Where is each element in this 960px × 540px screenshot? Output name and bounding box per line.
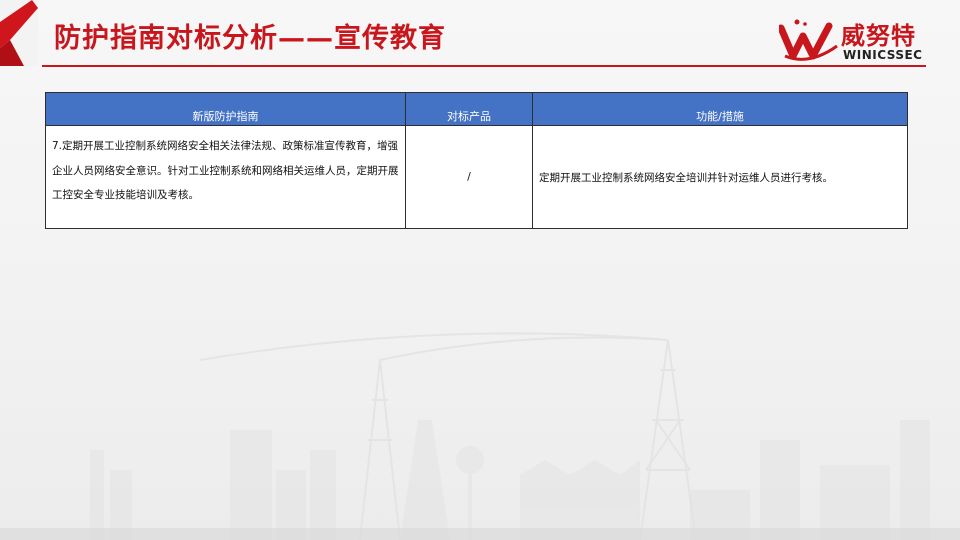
column-header-measure: 功能/措施 [532, 92, 908, 126]
page-title: 防护指南对标分析——宣传教育 [54, 23, 446, 54]
benchmark-table: 新版防护指南 对标产品 功能/措施 7.定期开展工业控制系统网络安全相关法律法规… [45, 92, 908, 229]
logo-w-icon [779, 19, 838, 61]
logo-name-en: WINICSSEC [843, 48, 923, 62]
header-divider [42, 65, 926, 67]
column-header-product: 对标产品 [405, 92, 533, 126]
product-cell: / [405, 125, 533, 229]
guide-text: 7.定期开展工业控制系统网络安全相关法律法规、政策标准宣传教育，增强企业人员网络… [52, 140, 399, 201]
table-row: 7.定期开展工业控制系统网络安全相关法律法规、政策标准宣传教育，增强企业人员网络… [45, 125, 908, 229]
company-logo: 威努特 WINICSSEC [775, 10, 935, 66]
corner-accent [0, 0, 38, 66]
logo-name-cn: 威努特 [841, 22, 916, 50]
slide: 防护指南对标分析——宣传教育 威努特 WINICSSEC 新版防护指南 对标产品… [0, 0, 960, 540]
guide-cell: 7.定期开展工业控制系统网络安全相关法律法规、政策标准宣传教育，增强企业人员网络… [45, 125, 406, 229]
column-header-guide: 新版防护指南 [45, 92, 406, 126]
table-header-row: 新版防护指南 对标产品 功能/措施 [45, 92, 908, 126]
industrial-skyline-background [0, 332, 960, 540]
measure-cell: 定期开展工业控制系统网络安全培训并针对运维人员进行考核。 [532, 125, 908, 229]
